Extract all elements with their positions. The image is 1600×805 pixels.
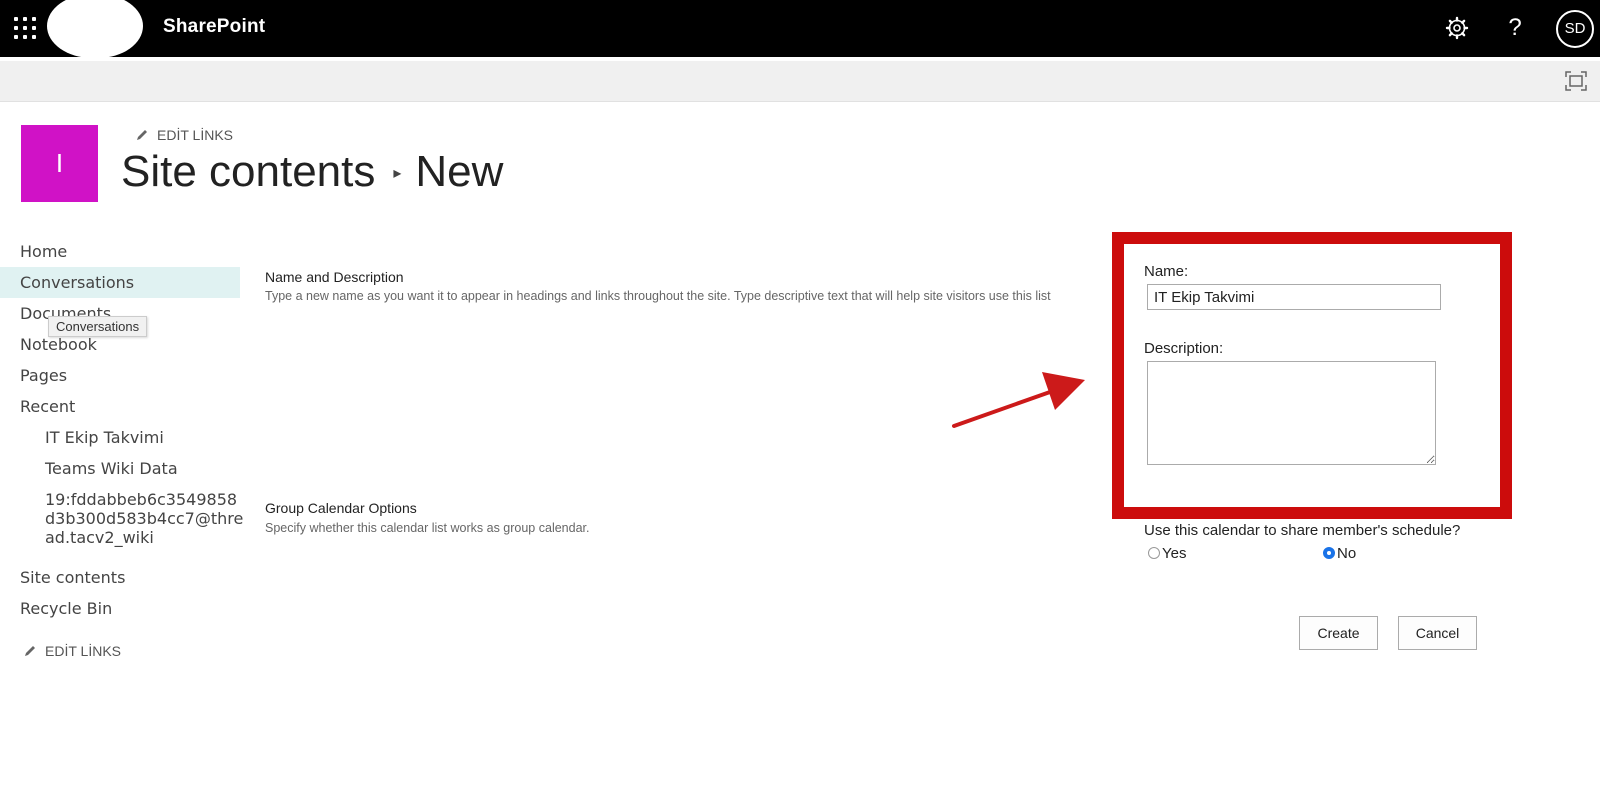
- nav-item-thread-wiki-line: ad.tacv2_wiki: [45, 528, 154, 547]
- nav-item-teams-wiki-data[interactable]: Teams Wiki Data: [0, 453, 240, 484]
- create-button[interactable]: Create: [1299, 616, 1378, 650]
- radio-no-circle[interactable]: [1323, 547, 1335, 559]
- edit-links-label: EDİT LİNKS: [45, 643, 121, 659]
- app-launcher-icon[interactable]: [14, 17, 36, 39]
- breadcrumb-separator-icon: ▸: [393, 165, 402, 182]
- cancel-button[interactable]: Cancel: [1398, 616, 1477, 650]
- pencil-icon: [25, 646, 35, 656]
- app-name[interactable]: SharePoint: [163, 16, 265, 38]
- nav-item-it-ekip-takvimi[interactable]: IT Ekip Takvimi: [0, 422, 240, 453]
- nav-item-site-contents[interactable]: Site contents: [0, 562, 240, 593]
- nav-item-conversations[interactable]: Conversations: [0, 267, 240, 298]
- annotation-arrow-icon: [952, 372, 1085, 428]
- description-label: Description:: [1144, 340, 1224, 357]
- section-name-description-desc: Type a new name as you want it to appear…: [265, 289, 1051, 303]
- command-bar: [0, 61, 1600, 102]
- radio-yes-circle[interactable]: [1148, 547, 1160, 559]
- nav-item-home[interactable]: Home: [0, 236, 240, 267]
- help-icon[interactable]: ?: [1501, 14, 1529, 42]
- radio-yes[interactable]: Yes: [1148, 545, 1186, 562]
- name-input[interactable]: [1147, 284, 1441, 310]
- nav-item-pages[interactable]: Pages: [0, 360, 240, 391]
- section-group-calendar-desc: Specify whether this calendar list works…: [265, 521, 590, 535]
- user-avatar[interactable]: SD: [1556, 10, 1594, 48]
- section-group-calendar-title: Group Calendar Options: [265, 500, 417, 516]
- pencil-icon: [137, 130, 147, 140]
- share-schedule-question: Use this calendar to share member's sche…: [1144, 522, 1461, 539]
- focus-mode-icon[interactable]: [1565, 71, 1587, 91]
- nav-item-recent[interactable]: Recent: [0, 391, 240, 422]
- organization-logo: [47, 0, 143, 58]
- nav-item-thread-wiki-line: 19:fddabbeb6c3549858: [45, 490, 238, 509]
- page-title: Site contents ▸ New: [121, 147, 503, 197]
- name-label: Name:: [1144, 263, 1189, 280]
- radio-no[interactable]: No: [1323, 545, 1356, 562]
- radio-yes-label: Yes: [1162, 545, 1187, 562]
- nav-tooltip: Conversations: [48, 316, 148, 337]
- nav-item-thread-wiki[interactable]: 19:fddabbeb6c3549858 d3b300d583b4cc7@thr…: [0, 484, 244, 547]
- suite-bar: SharePoint ? SD: [0, 0, 1600, 58]
- nav-item-recycle-bin[interactable]: Recycle Bin: [0, 593, 240, 624]
- breadcrumb-current: New: [415, 147, 504, 196]
- site-logo[interactable]: I: [21, 125, 98, 202]
- description-textarea[interactable]: [1147, 361, 1436, 465]
- edit-links-bottom[interactable]: EDİT LİNKS: [23, 643, 121, 659]
- edit-links-label: EDİT LİNKS: [157, 127, 233, 143]
- radio-no-label: No: [1337, 545, 1357, 562]
- nav-item-thread-wiki-line: d3b300d583b4cc7@thre: [45, 509, 244, 528]
- breadcrumb-site-contents[interactable]: Site contents: [121, 147, 375, 196]
- section-name-description-title: Name and Description: [265, 269, 404, 285]
- settings-gear-icon[interactable]: [1443, 14, 1471, 42]
- edit-links-top[interactable]: EDİT LİNKS: [135, 127, 233, 143]
